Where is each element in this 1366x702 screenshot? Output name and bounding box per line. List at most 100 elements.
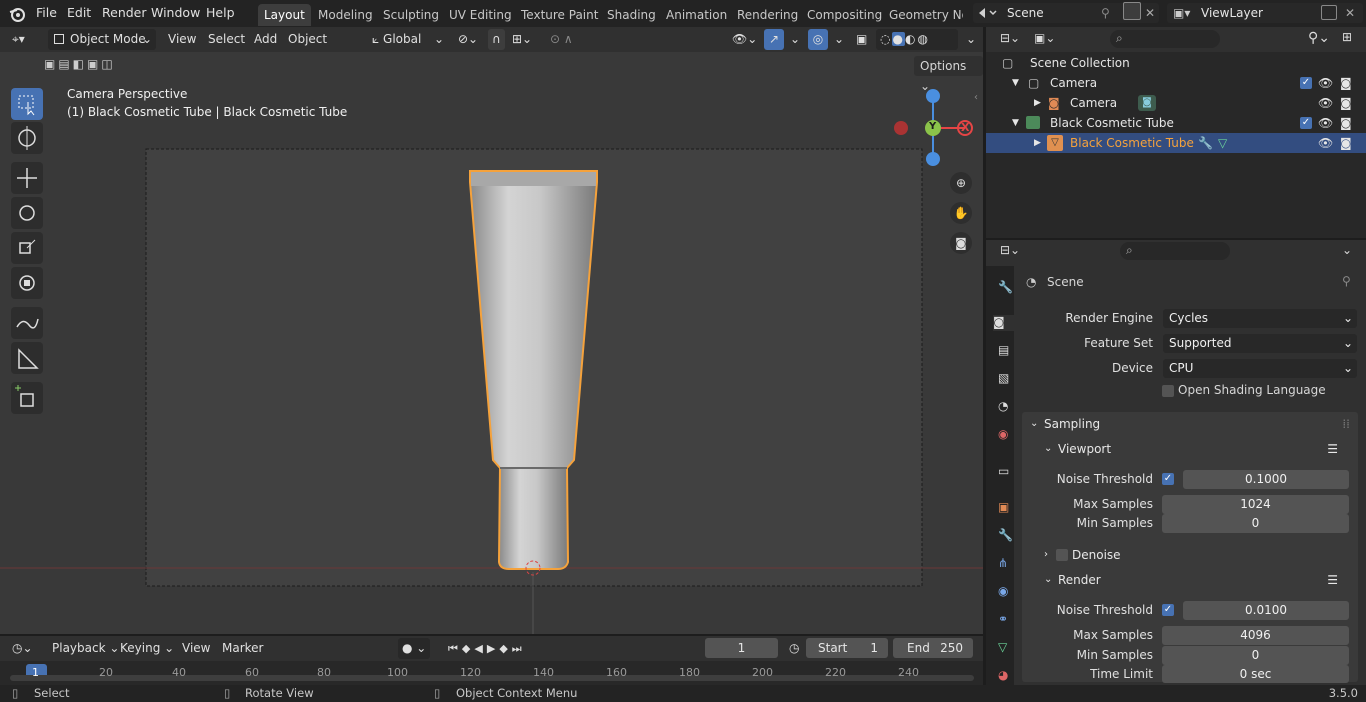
physics-tab-icon[interactable]: ◉ <box>998 584 1014 600</box>
camera-view-icon[interactable]: ◙ <box>950 232 972 254</box>
scene-selector[interactable]: Scene ⚲ ✕ <box>973 2 1159 23</box>
camera-render-icon[interactable]: ◙ <box>1340 133 1352 153</box>
close-icon[interactable]: ✕ <box>1145 3 1155 23</box>
r-noise-checkbox[interactable]: ✓ <box>1162 604 1174 616</box>
visibility-icon[interactable]: 👁⌄ <box>728 29 761 50</box>
presets-list-icon[interactable]: ☰ <box>1327 569 1338 591</box>
snap-icon[interactable]: ∩ <box>488 29 505 50</box>
world-tab-icon[interactable]: ◉ <box>998 427 1014 443</box>
osl-checkbox[interactable] <box>1162 385 1174 397</box>
jump-end-icon[interactable]: ⏭ <box>512 642 526 655</box>
checkbox-icon[interactable]: ✓ <box>1300 117 1312 129</box>
outliner-row-scene-collection[interactable]: ▢ Scene Collection <box>986 53 1366 73</box>
timeline-view-menu[interactable]: View <box>178 638 214 659</box>
scale-tool-icon[interactable] <box>11 232 43 264</box>
sampling-panel-header[interactable]: ⌄ Sampling ⁞⁞ <box>1022 413 1358 435</box>
options-dropdown[interactable]: Options ⌄ <box>914 56 983 93</box>
start-frame-field[interactable]: Start 1 <box>806 638 888 658</box>
tab-shading[interactable]: Shading <box>601 4 662 26</box>
wireframe-shading-icon[interactable]: ◌ <box>880 32 892 46</box>
gizmo-neg-z-axis[interactable] <box>926 152 940 166</box>
properties-search-input[interactable]: ⌕ <box>1120 242 1230 260</box>
filter-icon[interactable]: ⚲⌄ <box>1308 30 1330 46</box>
tool-tab-icon[interactable]: 🔧 <box>998 280 1014 296</box>
presets-list-icon[interactable]: ☰ <box>1327 438 1338 460</box>
outliner-row-tube-object[interactable]: ▶ ▽ Black Cosmetic Tube 🔧 ▽ 👁 ◙ <box>986 133 1366 153</box>
material-shading-icon[interactable]: ◐ <box>905 32 917 46</box>
object-tab-icon[interactable]: ▣ <box>998 500 1014 516</box>
menu-add[interactable]: Add <box>250 29 281 50</box>
pivot-icon[interactable]: ⊘⌄ <box>454 29 482 50</box>
feature-set-dropdown[interactable]: Supported ⌄ <box>1163 334 1357 353</box>
pan-hand-icon[interactable]: ✋ <box>950 202 972 224</box>
cursor-tool-icon[interactable] <box>11 122 43 154</box>
scene-tab-icon[interactable]: ◔ <box>998 399 1014 415</box>
tab-geometry-nodes[interactable]: Geometry Noc <box>883 4 963 26</box>
camera-render-icon[interactable]: ◙ <box>1340 113 1352 133</box>
tab-compositing[interactable]: Compositing <box>801 4 888 26</box>
camera-render-icon[interactable]: ◙ <box>1340 73 1352 93</box>
keying-menu[interactable]: Keying ⌄ <box>116 638 178 659</box>
prev-keyframe-icon[interactable]: ◆ <box>462 642 474 655</box>
material-tab-icon[interactable]: ◕ <box>998 668 1014 684</box>
vp-noise-checkbox[interactable]: ✓ <box>1162 473 1174 485</box>
menu-render[interactable]: Render <box>102 5 147 20</box>
jump-start-icon[interactable]: ⏮ <box>448 642 462 655</box>
mode-dropdown[interactable]: Object Mode ⌄ <box>48 29 156 50</box>
tab-layout[interactable]: Layout <box>258 4 311 26</box>
new-collection-icon[interactable]: ⊞ <box>1342 30 1352 44</box>
gizmo-neg-x-axis[interactable] <box>894 121 908 135</box>
tab-uv-editing[interactable]: UV Editing <box>443 4 518 26</box>
play-icon[interactable]: ▶ <box>487 642 499 655</box>
modifier-tab-icon[interactable]: 🔧 <box>998 528 1014 544</box>
new-viewlayer-icon[interactable] <box>1321 5 1337 20</box>
close-icon[interactable]: ✕ <box>1345 3 1355 23</box>
vp-noise-field[interactable]: 0.1000 <box>1183 470 1349 489</box>
menu-window[interactable]: Window <box>151 5 200 20</box>
pin-icon[interactable]: ⚲ <box>1342 274 1351 288</box>
select-box-tool-icon[interactable] <box>11 88 43 120</box>
end-frame-field[interactable]: End 250 <box>893 638 973 658</box>
time-limit-field[interactable]: 0 sec <box>1162 665 1349 683</box>
expand-arrow-icon[interactable]: ▶ <box>1034 93 1041 113</box>
tab-animation[interactable]: Animation <box>660 4 733 26</box>
view-layer-tab-icon[interactable]: ▧ <box>998 371 1014 387</box>
output-tab-icon[interactable]: ▤ <box>998 343 1014 359</box>
selection-mode-icons[interactable]: ▣▤◧▣◫ <box>44 57 140 75</box>
record-icon[interactable]: ● ⌄ <box>398 638 431 659</box>
r-noise-field[interactable]: 0.0100 <box>1183 601 1349 620</box>
snap-target-icon[interactable]: ⊞⌄ <box>508 29 536 50</box>
render-tab-icon[interactable]: ◙ <box>993 315 1015 331</box>
denoise-subpanel-header[interactable]: › Denoise <box>1036 544 1358 566</box>
display-mode-icon[interactable]: ▣⌄ <box>1034 31 1055 45</box>
checkbox-icon[interactable]: ✓ <box>1300 77 1312 89</box>
add-cube-tool-icon[interactable] <box>11 382 43 414</box>
stopwatch-icon[interactable]: ◷ <box>785 638 803 659</box>
menu-file[interactable]: File <box>36 5 57 20</box>
expand-arrow-icon[interactable]: ▶ <box>1034 133 1041 153</box>
tab-modeling[interactable]: Modeling <box>312 4 379 26</box>
pin-icon[interactable]: ⚲ <box>1101 3 1110 23</box>
play-reverse-icon[interactable]: ◀ <box>474 642 486 655</box>
next-keyframe-icon[interactable]: ◆ <box>499 642 511 655</box>
chevron-down-icon[interactable]: ⌄ <box>786 29 804 50</box>
outliner-row-camera-object[interactable]: ▶ ◙ Camera ◙ 👁 ◙ <box>986 93 1366 113</box>
menu-edit[interactable]: Edit <box>67 5 91 20</box>
shading-modes[interactable]: ◌●◐◍ <box>876 29 958 50</box>
chevron-down-icon[interactable]: ⌄ <box>830 29 848 50</box>
tab-sculpting[interactable]: Sculpting <box>377 4 445 26</box>
denoise-checkbox[interactable] <box>1056 549 1068 561</box>
chevron-down-icon[interactable]: ⌄ <box>1342 243 1352 257</box>
current-frame-field[interactable]: 1 <box>705 638 778 658</box>
annotate-tool-icon[interactable] <box>11 307 43 339</box>
playback-menu[interactable]: Playback ⌄ <box>48 638 123 659</box>
device-dropdown[interactable]: CPU ⌄ <box>1163 359 1357 378</box>
r-max-samples-field[interactable]: 4096 <box>1162 626 1349 645</box>
outliner-row-camera-collection[interactable]: ▼ ▢ Camera ✓ 👁 ◙ <box>986 73 1366 93</box>
outliner-search-input[interactable]: ⌕ <box>1110 30 1220 48</box>
transform-tool-icon[interactable] <box>11 267 43 299</box>
gizmo-toggle-icon[interactable]: ↗ <box>764 29 784 50</box>
tab-rendering[interactable]: Rendering <box>731 4 804 26</box>
constraints-tab-icon[interactable]: ⚭ <box>998 612 1014 628</box>
gizmo-z-axis[interactable] <box>926 89 940 103</box>
